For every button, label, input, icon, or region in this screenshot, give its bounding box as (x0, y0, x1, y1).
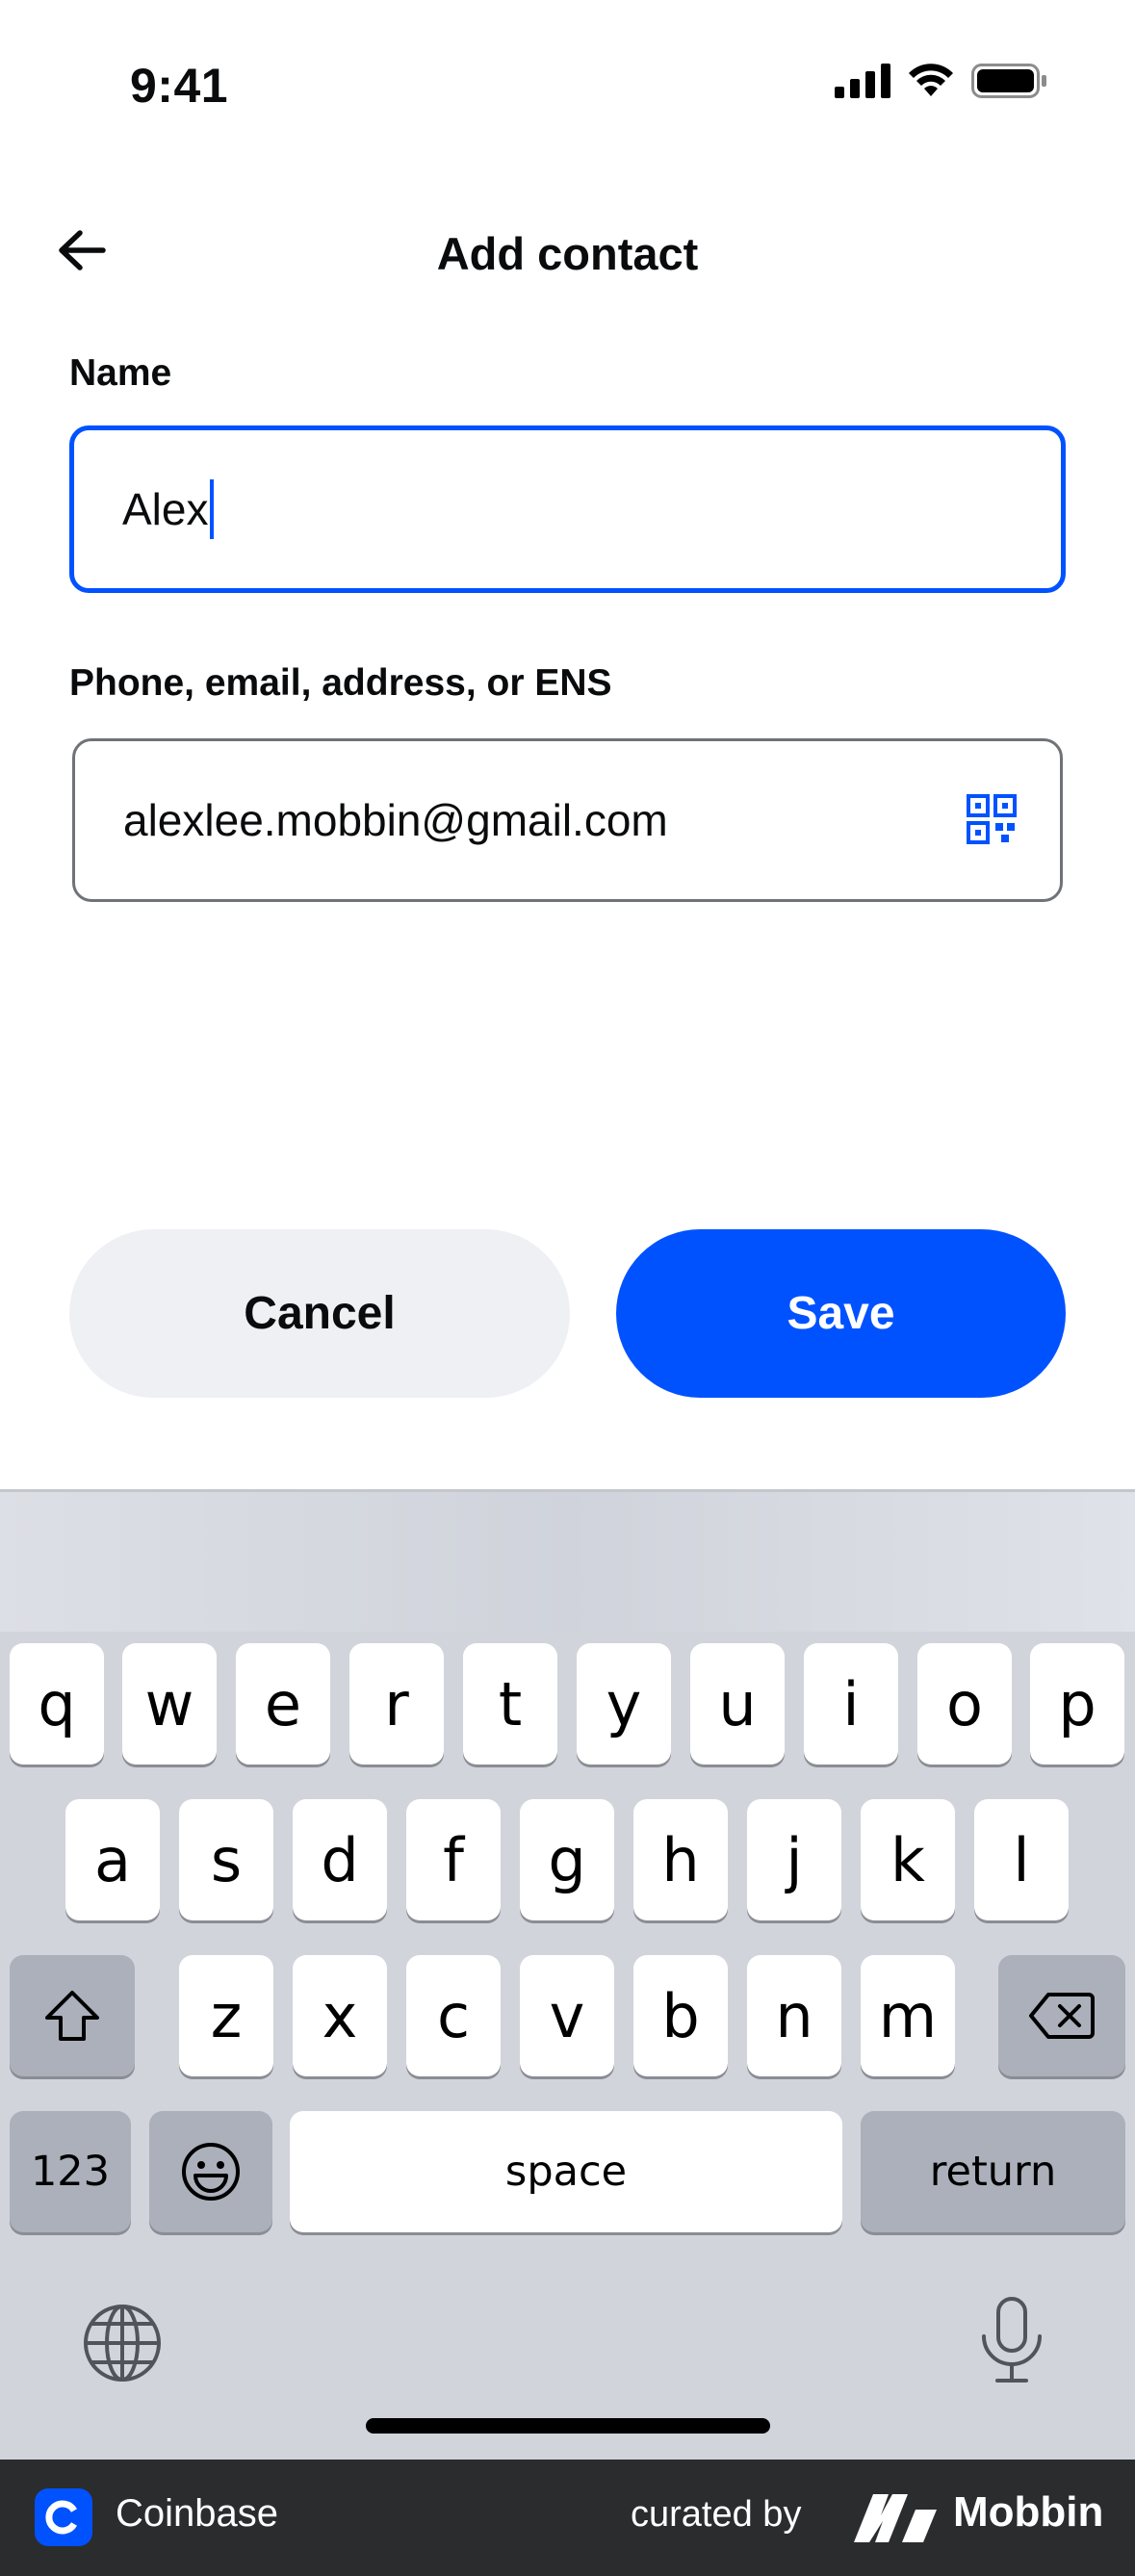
keyboard-suggestion-bar (0, 1489, 1135, 1632)
coinbase-logo-icon (35, 2488, 92, 2546)
text-caret (210, 479, 215, 539)
key-j[interactable]: j (747, 1799, 841, 1920)
footer-bar: Coinbase curated by Mobbin (0, 2460, 1135, 2576)
key-p[interactable]: p (1030, 1643, 1124, 1765)
key-l[interactable]: l (974, 1799, 1069, 1920)
name-input[interactable]: Alex (69, 425, 1066, 593)
brand-name: Mobbin (953, 2488, 1104, 2536)
name-value-text: Alex (122, 484, 209, 534)
key-c[interactable]: c (406, 1955, 501, 2076)
status-bar: 9:41 (0, 0, 1135, 168)
name-input-value: Alex (122, 430, 215, 588)
key-a[interactable]: a (65, 1799, 160, 1920)
keyboard: q w e r t y u i o p a s d f g h j k l z … (0, 1489, 1135, 2460)
numbers-key[interactable]: 123 (10, 2111, 131, 2232)
key-m[interactable]: m (861, 1955, 955, 2076)
key-s[interactable]: s (179, 1799, 273, 1920)
key-w[interactable]: w (122, 1643, 217, 1765)
key-y[interactable]: y (577, 1643, 671, 1765)
globe-button[interactable] (82, 2303, 163, 2383)
dictation-button[interactable] (978, 2296, 1045, 2384)
delete-key[interactable] (998, 1955, 1125, 2076)
status-icons (835, 64, 1048, 98)
cellular-signal-icon (835, 64, 890, 98)
cancel-button[interactable]: Cancel (69, 1229, 570, 1398)
key-b[interactable]: b (633, 1955, 728, 2076)
key-e[interactable]: e (236, 1643, 330, 1765)
mobbin-logo-icon (854, 2494, 937, 2542)
header: Add contact (0, 193, 1135, 308)
return-key[interactable]: return (861, 2111, 1125, 2232)
key-f[interactable]: f (406, 1799, 501, 1920)
key-g[interactable]: g (520, 1799, 614, 1920)
key-z[interactable]: z (179, 1955, 273, 2076)
save-button[interactable]: Save (616, 1229, 1066, 1398)
name-label: Name (69, 352, 172, 394)
space-key[interactable]: space (290, 2111, 842, 2232)
key-n[interactable]: n (747, 1955, 841, 2076)
key-r[interactable]: r (349, 1643, 444, 1765)
qr-scan-button[interactable] (967, 794, 1017, 844)
shift-key[interactable] (10, 1955, 135, 2076)
globe-icon (84, 2305, 161, 2382)
shift-icon (45, 1991, 99, 2041)
battery-icon (971, 64, 1046, 98)
home-indicator (366, 2418, 770, 2434)
key-t[interactable]: t (463, 1643, 557, 1765)
key-d[interactable]: d (293, 1799, 387, 1920)
curated-by-text: curated by (631, 2494, 802, 2535)
wifi-icon (909, 64, 953, 96)
key-q[interactable]: q (10, 1643, 104, 1765)
address-input[interactable]: alexlee.mobbin@gmail.com (72, 738, 1063, 902)
key-h[interactable]: h (633, 1799, 728, 1920)
address-label: Phone, email, address, or ENS (69, 662, 612, 704)
key-u[interactable]: u (690, 1643, 785, 1765)
key-v[interactable]: v (520, 1955, 614, 2076)
microphone-icon (982, 2297, 1042, 2383)
emoji-key[interactable] (149, 2111, 272, 2232)
key-o[interactable]: o (917, 1643, 1012, 1765)
key-k[interactable]: k (861, 1799, 955, 1920)
emoji-icon (182, 2143, 240, 2201)
qr-code-icon (967, 794, 1017, 844)
app-name: Coinbase (116, 2492, 279, 2535)
page-title: Add contact (436, 228, 699, 279)
status-time: 9:41 (130, 59, 229, 113)
key-x[interactable]: x (293, 1955, 387, 2076)
address-value-text: alexlee.mobbin@gmail.com (123, 795, 668, 845)
backspace-icon (1029, 1993, 1095, 2039)
key-i[interactable]: i (804, 1643, 898, 1765)
